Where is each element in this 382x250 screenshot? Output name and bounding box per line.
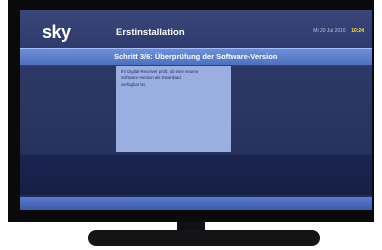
tv-stand-base <box>88 230 320 246</box>
header-bar: sky Erstinstallation Mi 20 Jul 2016 10:2… <box>20 10 372 48</box>
tv-screen: sky Erstinstallation Mi 20 Jul 2016 10:2… <box>20 10 372 210</box>
content-area <box>20 155 372 195</box>
bottom-bar <box>20 197 372 210</box>
step-bar: Schritt 3/6: Überprüfung der Software-Ve… <box>20 48 372 66</box>
date-time: Mi 20 Jul 2016 10:24 <box>313 28 364 34</box>
sky-logo: sky <box>42 22 71 42</box>
time-label: 10:24 <box>351 28 364 34</box>
page-title: Erstinstallation <box>116 27 185 38</box>
tv-frame: sky Erstinstallation Mi 20 Jul 2016 10:2… <box>8 0 374 222</box>
date-label: Mi 20 Jul 2016 <box>313 28 346 34</box>
info-text: Ihr Digital-Receiver prüft, ob eine neue… <box>121 69 199 87</box>
info-panel: Ihr Digital-Receiver prüft, ob eine neue… <box>116 66 231 152</box>
step-label: Schritt 3/6: Überprüfung der Software-Ve… <box>114 52 278 61</box>
